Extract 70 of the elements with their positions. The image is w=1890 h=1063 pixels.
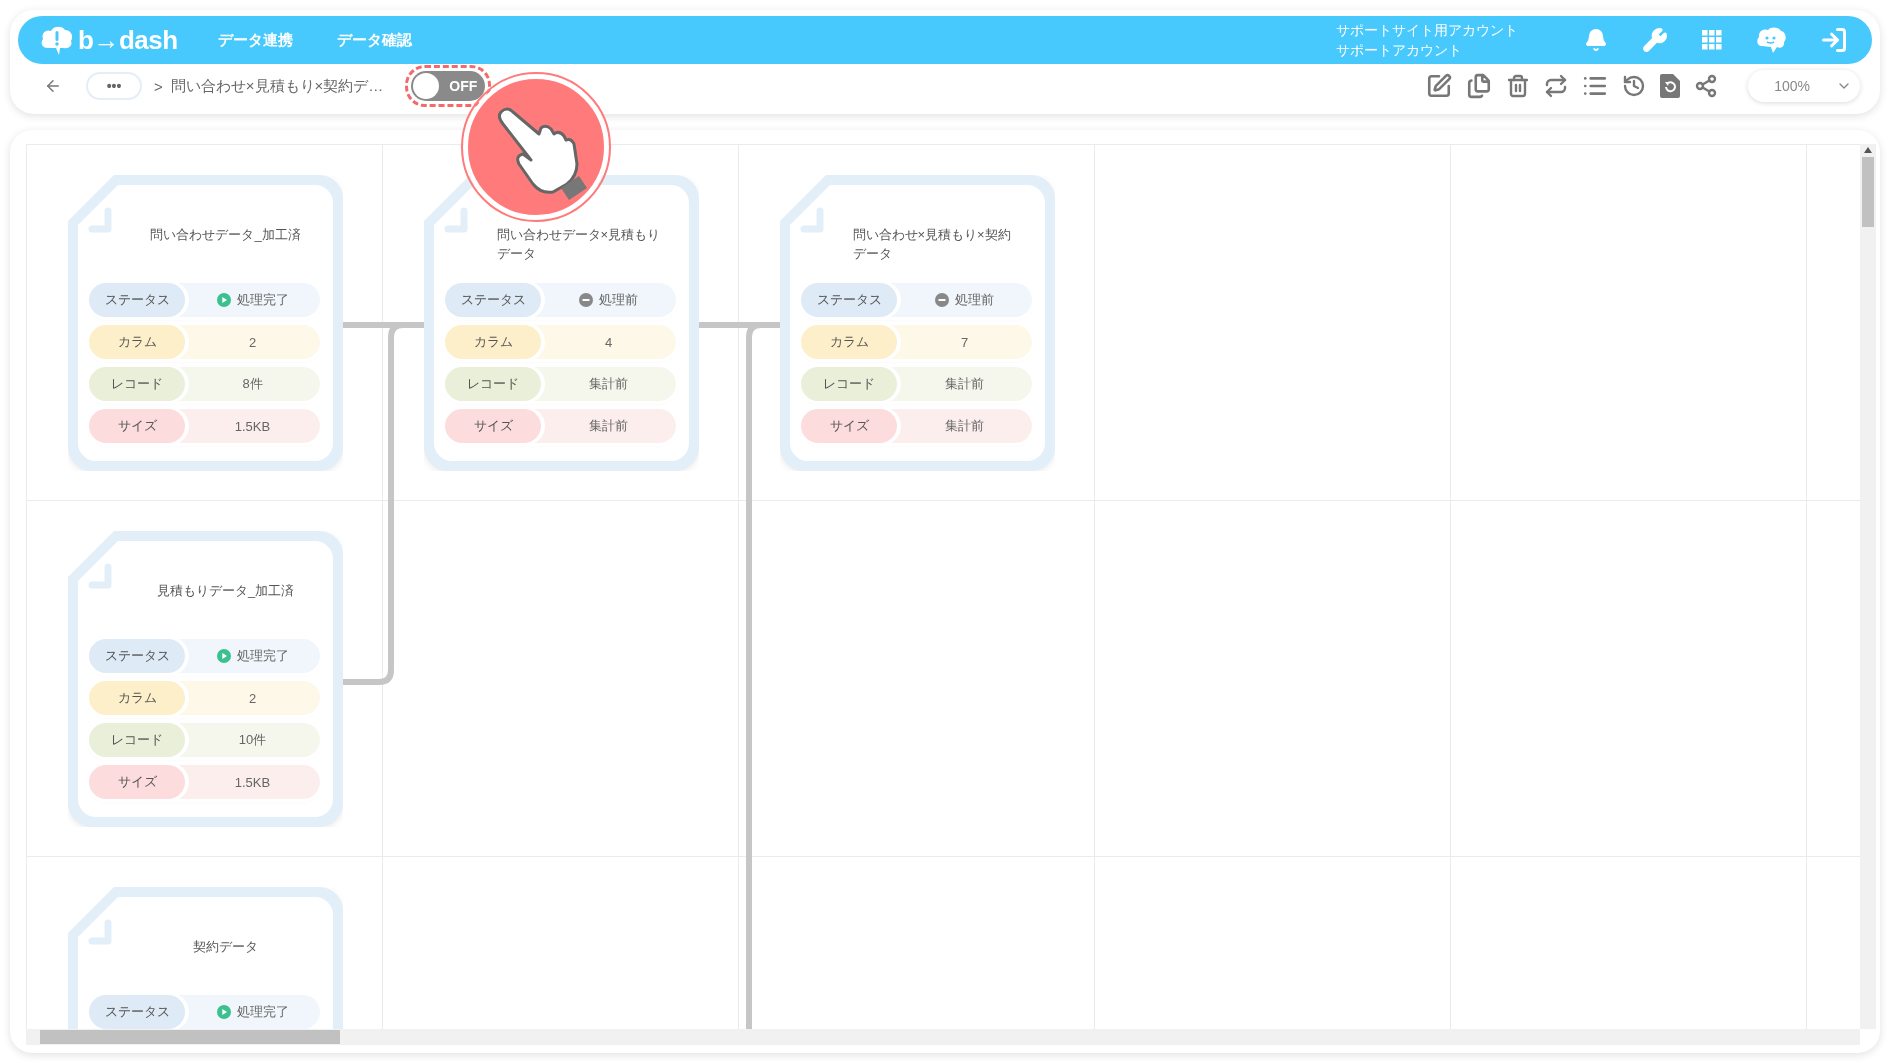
data-card[interactable]: 契約データ ステータス 処理完了 [68, 887, 343, 1029]
back-icon[interactable] [44, 77, 62, 95]
field-label: サイズ [445, 409, 541, 443]
field-label: ステータス [89, 639, 185, 673]
corner-fold-icon [800, 207, 826, 233]
edit-icon[interactable] [1426, 73, 1452, 99]
more-button[interactable]: ••• [86, 72, 142, 100]
file-restore-icon[interactable] [1660, 74, 1680, 98]
field-label: レコード [89, 723, 185, 757]
data-card[interactable]: 問い合わせ×見積もり×契約データ ステータス 処理前 カラム 7 レコード 集計前 サイズ 集計前 [780, 175, 1055, 471]
scroll-thumb[interactable] [40, 1030, 340, 1044]
field-value: 処理完了 [185, 1003, 320, 1021]
field-label: ステータス [445, 283, 541, 317]
card-title: 問い合わせデータ×見積もりデータ [496, 226, 662, 263]
logo-text: b→dash [78, 24, 178, 56]
data-card[interactable]: 問い合わせデータ×見積もりデータ ステータス 処理前 カラム 4 レコード 集計前 サイズ 集計前 [424, 175, 699, 471]
trash-icon[interactable] [1506, 74, 1530, 98]
logo-icon [40, 24, 74, 56]
breadcrumb-item: 問い合わせ×見積もり×契約デ… [170, 76, 384, 96]
field-value: 8件 [241, 375, 264, 393]
card-title: 見積もりデータ_加工済 [156, 582, 295, 600]
card-title: 契約データ [193, 938, 258, 956]
corner-fold-icon [444, 207, 470, 233]
history-icon[interactable] [1622, 74, 1646, 98]
field-value: 集計前 [588, 417, 629, 435]
field-value: 7 [959, 334, 970, 350]
field-value: 2 [247, 690, 258, 706]
field-value: 集計前 [588, 375, 629, 393]
scroll-up-icon[interactable] [1864, 147, 1872, 153]
field-label: レコード [445, 367, 541, 401]
copy-icon[interactable] [1466, 73, 1492, 99]
share-icon[interactable] [1694, 74, 1718, 98]
card-title: 問い合わせ×見積もり×契約データ [852, 226, 1012, 263]
corner-fold-icon [88, 207, 114, 233]
field-value: 処理前 [541, 291, 676, 309]
field-value: 処理完了 [185, 647, 320, 665]
field-value: 処理完了 [185, 291, 320, 309]
field-label: カラム [89, 325, 185, 359]
field-label: ステータス [89, 995, 185, 1029]
data-card[interactable]: 問い合わせデータ_加工済 ステータス 処理完了 カラム 2 レコード 8件 サイズ 1.5KB [68, 175, 343, 471]
card-title: 問い合わせデータ_加工済 [150, 226, 301, 244]
field-label: レコード [89, 367, 185, 401]
field-label: カラム [801, 325, 897, 359]
field-label: ステータス [801, 283, 897, 317]
field-label: サイズ [801, 409, 897, 443]
field-label: カラム [445, 325, 541, 359]
vertical-scrollbar[interactable] [1860, 144, 1876, 1029]
data-card[interactable]: 見積もりデータ_加工済 ステータス 処理完了 カラム 2 レコード 10件 サイズ 1.5KB [68, 531, 343, 827]
field-label: カラム [89, 681, 185, 715]
account-name: サポートアカウント [1336, 41, 1463, 60]
field-label: ステータス [89, 283, 185, 317]
field-label: サイズ [89, 409, 185, 443]
field-value: 2 [247, 334, 258, 350]
account-name: サポートサイト用アカウント [1336, 21, 1518, 40]
field-value: 10件 [237, 731, 268, 749]
field-value: 集計前 [944, 417, 985, 435]
field-value: 集計前 [944, 375, 985, 393]
zoom-select[interactable]: 100% [1748, 70, 1860, 102]
field-label: サイズ [89, 765, 185, 799]
scroll-thumb[interactable] [1862, 157, 1874, 227]
corner-fold-icon [88, 919, 114, 945]
field-label: レコード [801, 367, 897, 401]
field-value: 4 [603, 334, 614, 350]
field-value: 1.5KB [233, 418, 272, 434]
corner-fold-icon [88, 563, 114, 589]
field-value: 1.5KB [233, 774, 272, 790]
breadcrumb-separator: > [154, 77, 163, 95]
repeat-icon[interactable] [1544, 74, 1568, 98]
horizontal-scrollbar[interactable] [26, 1029, 1860, 1045]
field-value: 処理前 [897, 291, 1032, 309]
